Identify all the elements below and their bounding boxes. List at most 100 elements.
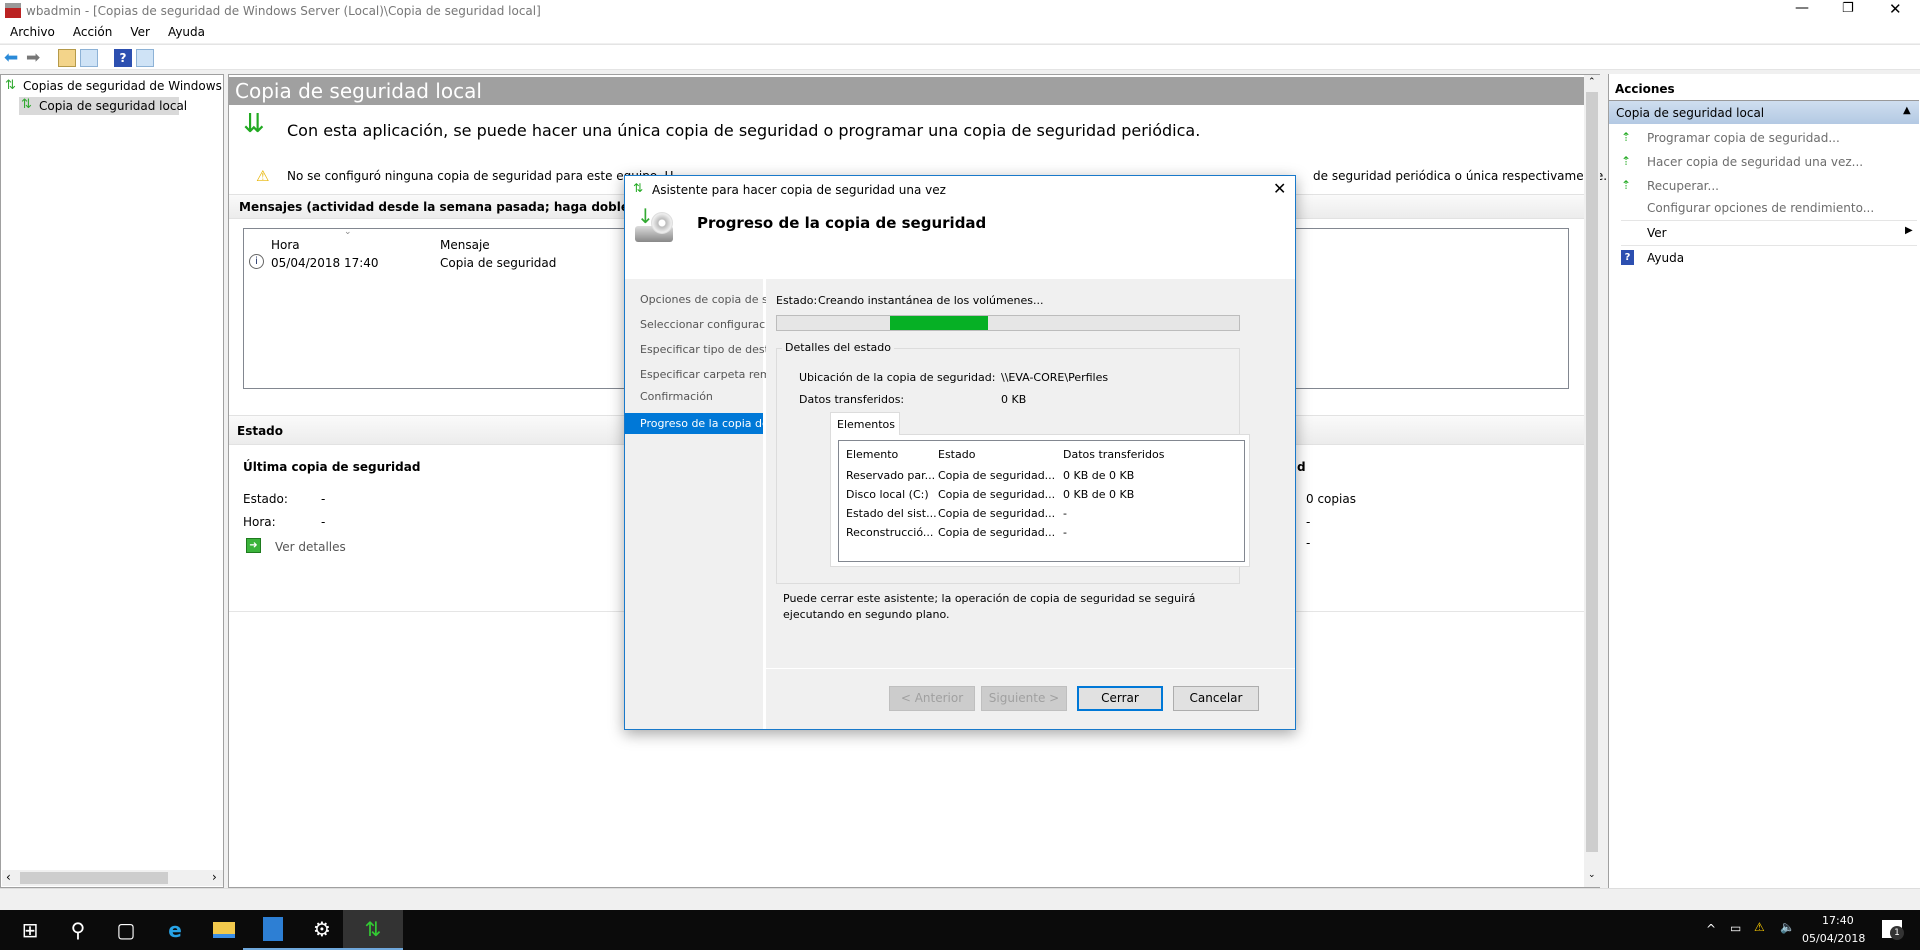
backup-icon: ⇅ — [21, 97, 32, 112]
estado-label: Estado: — [243, 492, 288, 506]
next-button[interactable]: Siguiente > — [981, 686, 1067, 711]
warning-text-end: de seguridad periódica o única respectiv… — [1313, 169, 1608, 183]
scroll-up-icon[interactable]: ⌃ — [1588, 77, 1596, 87]
message-time: 05/04/2018 17:40 — [271, 256, 379, 270]
column-hora[interactable]: Hora — [271, 238, 300, 252]
wizard-content: Estado: Creando instantánea de los volúm… — [766, 279, 1295, 729]
submenu-arrow-icon: ▶ — [1905, 225, 1913, 236]
notification-count: 1 — [1890, 926, 1904, 940]
tree-item-local-backup[interactable]: ⇅ Copia de seguridad local — [19, 97, 187, 115]
scroll-right-icon[interactable]: › — [212, 870, 217, 884]
info-icon: i — [249, 254, 264, 269]
button-divider — [766, 668, 1295, 669]
toolbar: ⬅ ➡ ? — [0, 44, 1920, 70]
volume-muted-icon[interactable]: 🔈 — [1780, 920, 1795, 934]
action-ver[interactable]: Ver — [1647, 226, 1667, 240]
divider — [1621, 245, 1917, 246]
column-estado[interactable]: Estado — [938, 448, 975, 461]
divider — [1621, 220, 1917, 221]
back-button[interactable]: < Anterior — [889, 686, 975, 711]
cancel-button[interactable]: Cancelar — [1173, 686, 1259, 711]
recover-icon: ⇡ — [1621, 178, 1632, 192]
scrollbar-thumb[interactable] — [20, 872, 168, 884]
menu-ver[interactable]: Ver — [130, 25, 150, 39]
clock-date[interactable]: 05/04/2018 — [1802, 932, 1865, 945]
page-title: Copia de seguridad local — [235, 79, 482, 103]
right-value: - — [1306, 515, 1311, 529]
hora-label: Hora: — [243, 515, 276, 529]
section-title-tail: d — [1297, 460, 1306, 474]
clock-time[interactable]: 17:40 — [1822, 914, 1854, 927]
step-tipo-destino: Especificar tipo de destino — [640, 343, 786, 356]
action-hacer-copia[interactable]: Hacer copia de seguridad una vez... — [1647, 155, 1863, 169]
actions-pane: Acciones Copia de seguridad local ▲ ⇡ Pr… — [1608, 74, 1920, 888]
up-folder-icon[interactable] — [58, 49, 76, 67]
close-dialog-button[interactable]: ✕ — [1273, 179, 1286, 198]
notification-center-icon[interactable]: 1 — [1882, 920, 1904, 940]
estado-value: - — [321, 492, 326, 506]
network-warning-icon[interactable]: ⚠ — [1754, 920, 1765, 934]
actions-header: Acciones — [1615, 82, 1675, 96]
show-hide-actions-icon[interactable] — [136, 49, 154, 67]
menu-bar: Archivo Acción Ver Ayuda — [0, 22, 1920, 43]
elements-list[interactable]: Elemento Estado Datos transferidos Reser… — [838, 440, 1245, 562]
group-title: Detalles del estado — [782, 341, 894, 354]
table-row[interactable]: Disco local (C:) Copia de seguridad... 0 K… — [839, 486, 1244, 505]
title-bar: wbadmin - [Copias de seguridad de Window… — [0, 0, 1920, 22]
cell-status: Copia de seguridad... — [938, 469, 1056, 482]
wizard-heading: Progreso de la copia de seguridad — [697, 214, 987, 232]
tree-item-root[interactable]: Copias de seguridad de Windows Server (L… — [23, 79, 223, 93]
tree-item-label: Copia de seguridad local — [39, 99, 188, 113]
tab-label: Elementos — [837, 418, 896, 431]
help-icon: ? — [1621, 250, 1634, 265]
cell-data: 0 KB de 0 KB — [1063, 469, 1135, 482]
menu-accion[interactable]: Acción — [73, 25, 112, 39]
wizard-icon: ⇅ — [633, 181, 644, 195]
ver-detalles-link[interactable]: Ver detalles — [275, 540, 346, 554]
action-recuperar[interactable]: Recuperar... — [1647, 179, 1719, 193]
horizontal-scrollbar[interactable]: ‹ › — [2, 870, 223, 886]
warning-text: No se configuró ninguna copia de segurid… — [287, 169, 674, 183]
table-row[interactable]: Reservado par... Copia de seguridad... 0 K… — [839, 467, 1244, 486]
backup-app-icon: ⇊ — [243, 109, 265, 139]
help-icon[interactable]: ? — [114, 49, 132, 67]
show-hide-tree-icon[interactable] — [80, 49, 98, 67]
scrollbar-thumb[interactable] — [1586, 92, 1598, 852]
vertical-scrollbar[interactable]: ⌃ ⌄ — [1584, 75, 1600, 887]
column-datos[interactable]: Datos transferidos — [1063, 448, 1164, 461]
transferred-label: Datos transferidos: — [799, 393, 905, 406]
actions-group-header[interactable]: Copia de seguridad local ▲ — [1609, 100, 1919, 124]
location-label: Ubicación de la copia de seguridad: — [799, 371, 996, 384]
table-row[interactable]: Estado del sist... Copia de seguridad... - — [839, 505, 1244, 524]
cell-status: Copia de seguridad... — [938, 488, 1056, 501]
action-configurar[interactable]: Configurar opciones de rendimiento... — [1647, 201, 1874, 215]
wbadmin-taskbar-icon[interactable]: ⇅ — [343, 910, 403, 950]
tab-elementos[interactable]: Elementos — [830, 412, 900, 435]
step-progreso-selected: Progreso de la copia de s... — [625, 413, 789, 434]
table-row[interactable]: Reconstrucció... Copia de seguridad... - — [839, 524, 1244, 543]
restore-button[interactable]: ❐ — [1842, 1, 1854, 16]
column-elemento[interactable]: Elemento — [846, 448, 898, 461]
cell-element: Disco local (C:) — [846, 488, 929, 501]
menu-ayuda[interactable]: Ayuda — [168, 25, 205, 39]
cell-data: 0 KB de 0 KB — [1063, 488, 1135, 501]
menu-archivo[interactable]: Archivo — [10, 25, 55, 39]
close-window-button[interactable]: ✕ — [1889, 0, 1902, 18]
show-hidden-icons[interactable]: ^ — [1706, 922, 1716, 936]
taskbar: ⊞ ⚲ ▢ e ⚙ ⇅ ^ ▭ ⚠ 🔈 17:40 05/04/2018 1 — [0, 910, 1920, 950]
forward-icon[interactable]: ➡ — [26, 49, 44, 67]
collapse-icon[interactable]: ▲ — [1903, 105, 1911, 116]
power-icon[interactable]: ▭ — [1730, 921, 1741, 935]
background-note: Puede cerrar este asistente; la operació… — [783, 592, 1196, 621]
action-ayuda[interactable]: Ayuda — [1647, 251, 1684, 265]
status-details-group: Detalles del estado Ubicación de la copi… — [776, 341, 1250, 584]
close-button[interactable]: Cerrar — [1077, 686, 1163, 711]
minimize-button[interactable]: — — [1795, 0, 1809, 16]
column-mensaje[interactable]: Mensaje — [440, 238, 490, 252]
back-icon[interactable]: ⬅ — [4, 49, 22, 67]
action-programar[interactable]: Programar copia de seguridad... — [1647, 131, 1840, 145]
schedule-backup-icon: ⇡ — [1621, 130, 1632, 144]
scroll-left-icon[interactable]: ‹ — [6, 870, 11, 884]
scroll-down-icon[interactable]: ⌄ — [1588, 870, 1596, 880]
cell-status: Copia de seguridad... — [938, 507, 1056, 520]
